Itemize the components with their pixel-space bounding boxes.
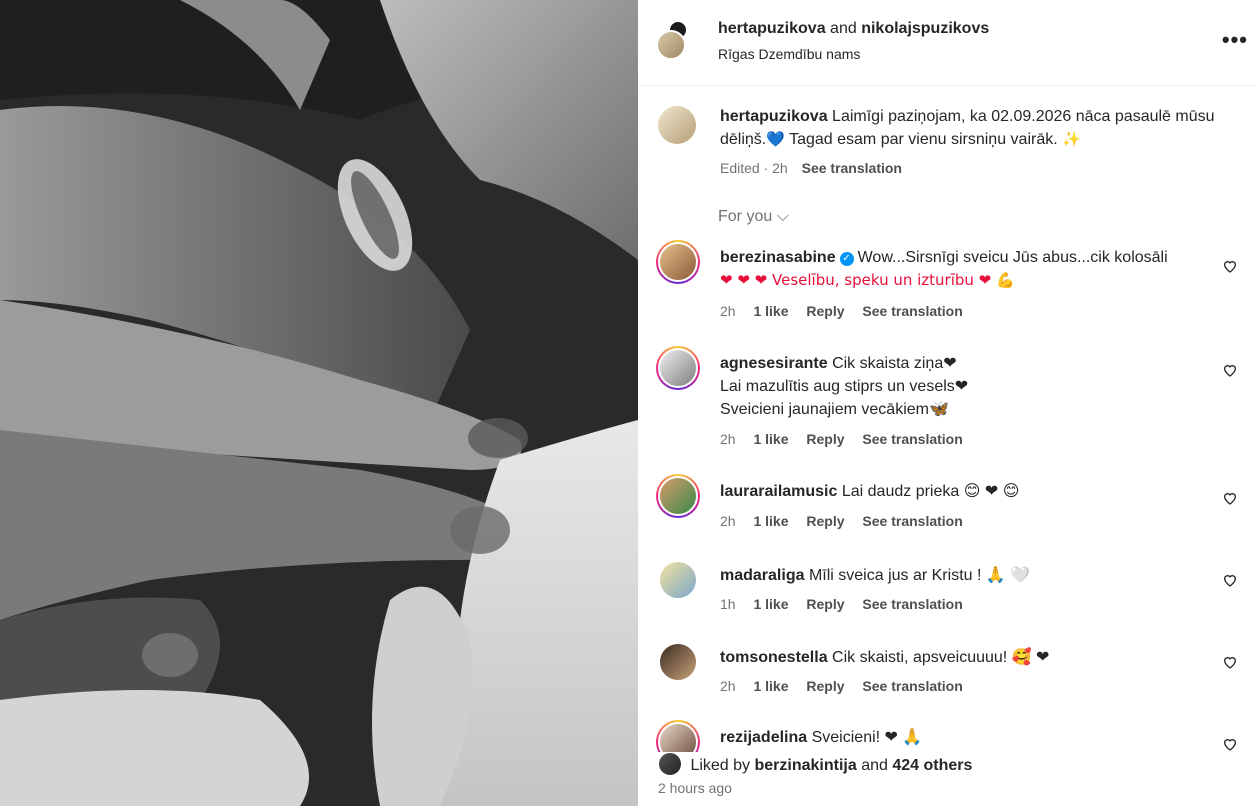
reply-button[interactable]: Reply — [806, 303, 844, 319]
comment-line-1: Mīli sveica jus ar Kristu ! 🙏 🤍 — [808, 567, 1031, 584]
caption-meta: Edited · 2h See translation — [720, 160, 902, 176]
caption-username[interactable]: hertapuzikova — [720, 108, 828, 125]
commenter-avatar[interactable] — [656, 240, 700, 284]
comment-time: 2h — [720, 431, 736, 447]
liked-by-prefix: Liked by — [690, 757, 751, 774]
commenter-avatar[interactable] — [656, 640, 700, 684]
caption-text: hertapuzikova Laimīgi paziņojam, ka 02.0… — [720, 106, 1240, 151]
liker-avatar[interactable] — [658, 752, 682, 776]
like-heart-icon[interactable] — [1222, 490, 1238, 506]
see-translation-button[interactable]: See translation — [862, 431, 962, 447]
commenter-avatar[interactable] — [656, 474, 700, 518]
caption-body-2: Tagad esam par vienu sirsniņu vairāk. — [784, 131, 1063, 148]
liked-by-summary: Liked by berzinakintija and 424 others — [658, 752, 972, 776]
post-authors: hertapuzikova and nikolajspuzikovs — [718, 20, 989, 38]
post-details-panel: hertapuzikova and nikolajspuzikovs Rīgas… — [638, 0, 1256, 806]
post-timestamp: 2 hours ago — [658, 780, 732, 796]
verified-badge-icon: ✓ — [839, 252, 854, 266]
comment-time: 2h — [720, 303, 736, 319]
comment-meta: 1h 1 like Reply See translation — [720, 596, 977, 612]
see-translation-button[interactable]: See translation — [862, 678, 962, 694]
like-heart-icon[interactable] — [1222, 736, 1238, 752]
like-heart-icon[interactable] — [1222, 654, 1238, 670]
comment-likes[interactable]: 1 like — [753, 678, 788, 694]
comment-item: rezijadelina Sveicieni! ❤ 🙏 — [656, 720, 1256, 752]
comment-line-1: Cik skaisti, apsveicuuuu! 🥰 ❤ — [832, 649, 1050, 666]
comment-text: madaraliga Mīli sveica jus ar Kristu ! 🙏… — [720, 564, 1200, 587]
comment-username[interactable]: tomsonestella — [720, 649, 828, 666]
like-heart-icon[interactable] — [1222, 572, 1238, 588]
reply-button[interactable]: Reply — [806, 596, 844, 612]
avatar[interactable] — [658, 106, 696, 144]
comment-text: tomsonestella Cik skaisti, apsveicuuuu! … — [720, 646, 1200, 669]
caption-edited-time: Edited · 2h — [720, 160, 788, 176]
comment-text: laurarailamusic Lai daudz prieka 😊 ❤ 😊 — [720, 480, 1200, 503]
author-avatars[interactable] — [656, 20, 690, 62]
see-translation-button[interactable]: See translation — [802, 160, 902, 176]
commenter-avatar[interactable] — [656, 346, 700, 390]
comment-line-1: Wow...Sirsnīgi sveicu Jūs abus...cik kol… — [857, 249, 1168, 266]
commenter-avatar[interactable] — [656, 558, 700, 602]
hands-photo-illustration — [0, 0, 638, 806]
reply-button[interactable]: Reply — [806, 513, 844, 529]
comment-line-2: Lai mazulītis aug stiprs un vesels❤ — [720, 378, 969, 395]
avatar-primary[interactable] — [656, 30, 686, 60]
likes-count-link[interactable]: 424 others — [892, 757, 972, 774]
post-photo[interactable] — [0, 0, 638, 806]
author-link-2[interactable]: nikolajspuzikovs — [861, 20, 989, 37]
comment-username[interactable]: berezinasabine — [720, 249, 836, 266]
comment-likes[interactable]: 1 like — [753, 596, 788, 612]
authors-joiner: and — [830, 20, 857, 37]
see-translation-button[interactable]: See translation — [862, 596, 962, 612]
comment-meta: 2h 1 like Reply See translation — [720, 678, 977, 694]
comment-time: 2h — [720, 513, 736, 529]
reply-button[interactable]: Reply — [806, 678, 844, 694]
comment-line-2: ❤ ❤ ❤ Veselību, speku un izturību ❤ 💪 — [720, 271, 1015, 289]
comment-text: rezijadelina Sveicieni! ❤ 🙏 — [720, 726, 1200, 749]
comment-meta: 2h 1 like Reply See translation — [720, 513, 977, 529]
more-options-icon[interactable]: ••• — [1222, 29, 1248, 51]
comment-text: agnesesirante Cik skaista ziņa❤ Lai mazu… — [720, 352, 1200, 421]
location-link[interactable]: Rīgas Dzemdību nams — [718, 46, 860, 62]
like-heart-icon[interactable] — [1222, 362, 1238, 378]
post-header: hertapuzikova and nikolajspuzikovs Rīgas… — [638, 0, 1256, 86]
blue-heart-icon: 💙 — [766, 130, 785, 148]
sparkles-icon: ✨ — [1062, 130, 1081, 148]
comment-line-1: Sveicieni! ❤ 🙏 — [811, 729, 923, 746]
comment-likes[interactable]: 1 like — [753, 513, 788, 529]
comment-line-1: Lai daudz prieka 😊 ❤ 😊 — [841, 483, 1020, 500]
comment-likes[interactable]: 1 like — [753, 431, 788, 447]
comment-time: 1h — [720, 596, 736, 612]
comment-username[interactable]: laurarailamusic — [720, 483, 837, 500]
liker-username[interactable]: berzinakintija — [755, 757, 857, 774]
comment-likes[interactable]: 1 like — [753, 303, 788, 319]
see-translation-button[interactable]: See translation — [862, 513, 962, 529]
comment-line-3: Sveicieni jaunajiem vecākiem🦋 — [720, 401, 949, 418]
comment-username[interactable]: rezijadelina — [720, 729, 807, 746]
comment-username[interactable]: madaraliga — [720, 567, 804, 584]
like-heart-icon[interactable] — [1222, 258, 1238, 274]
reply-button[interactable]: Reply — [806, 431, 844, 447]
comment-time: 2h — [720, 678, 736, 694]
comment-meta: 2h 1 like Reply See translation — [720, 431, 977, 447]
comment-meta: 2h 1 like Reply See translation — [720, 303, 977, 319]
liked-by-joiner: and — [861, 757, 888, 774]
author-link-1[interactable]: hertapuzikova — [718, 20, 826, 37]
comment-username[interactable]: agnesesirante — [720, 355, 828, 372]
commenter-avatar[interactable] — [656, 720, 700, 752]
for-you-sort-dropdown[interactable]: For you ⌵ — [718, 208, 789, 226]
see-translation-button[interactable]: See translation — [862, 303, 962, 319]
comment-text: berezinasabine ✓ Wow...Sirsnīgi sveicu Jūs… — [720, 246, 1200, 292]
comment-line-1: Cik skaista ziņa❤ — [832, 355, 957, 372]
